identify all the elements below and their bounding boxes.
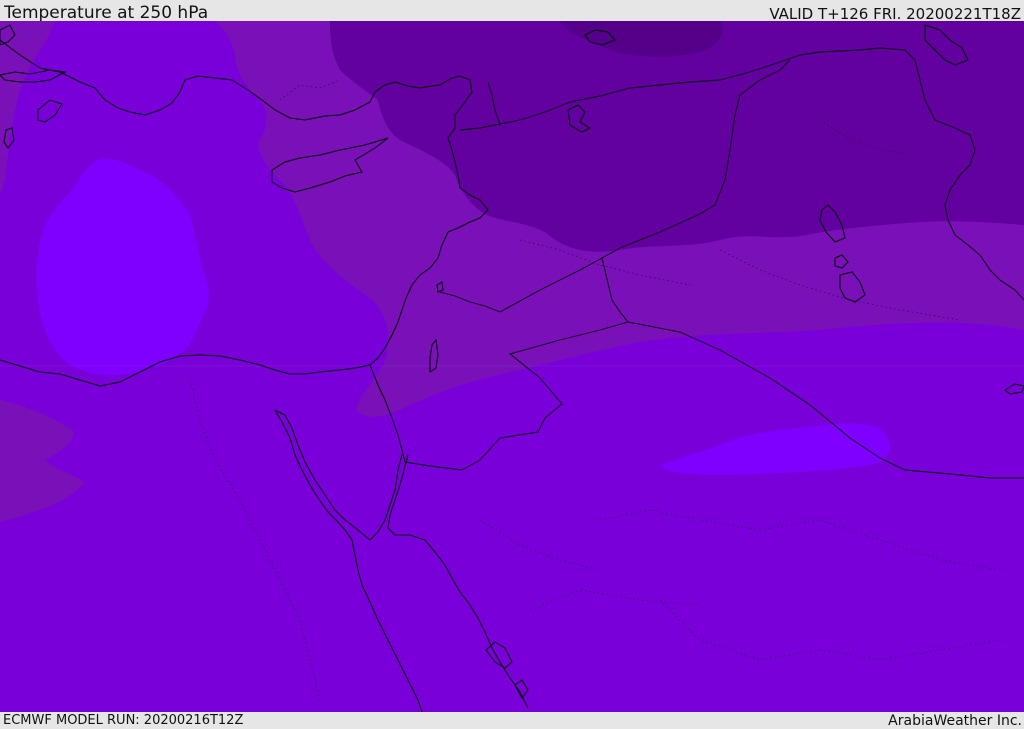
footer-bar: ECMWF MODEL RUN: 20200216T12Z ArabiaWeat… [0, 712, 1024, 729]
temperature-map[interactable] [0, 21, 1024, 712]
header-bar: Temperature at 250 hPa VALID T+126 FRI. … [0, 0, 1024, 23]
map-canvas [0, 21, 1024, 712]
model-run: ECMWF MODEL RUN: 20200216T12Z [3, 713, 244, 728]
brand-credit: ArabiaWeather Inc. [888, 713, 1022, 729]
map-title: Temperature at 250 hPa [4, 3, 209, 23]
